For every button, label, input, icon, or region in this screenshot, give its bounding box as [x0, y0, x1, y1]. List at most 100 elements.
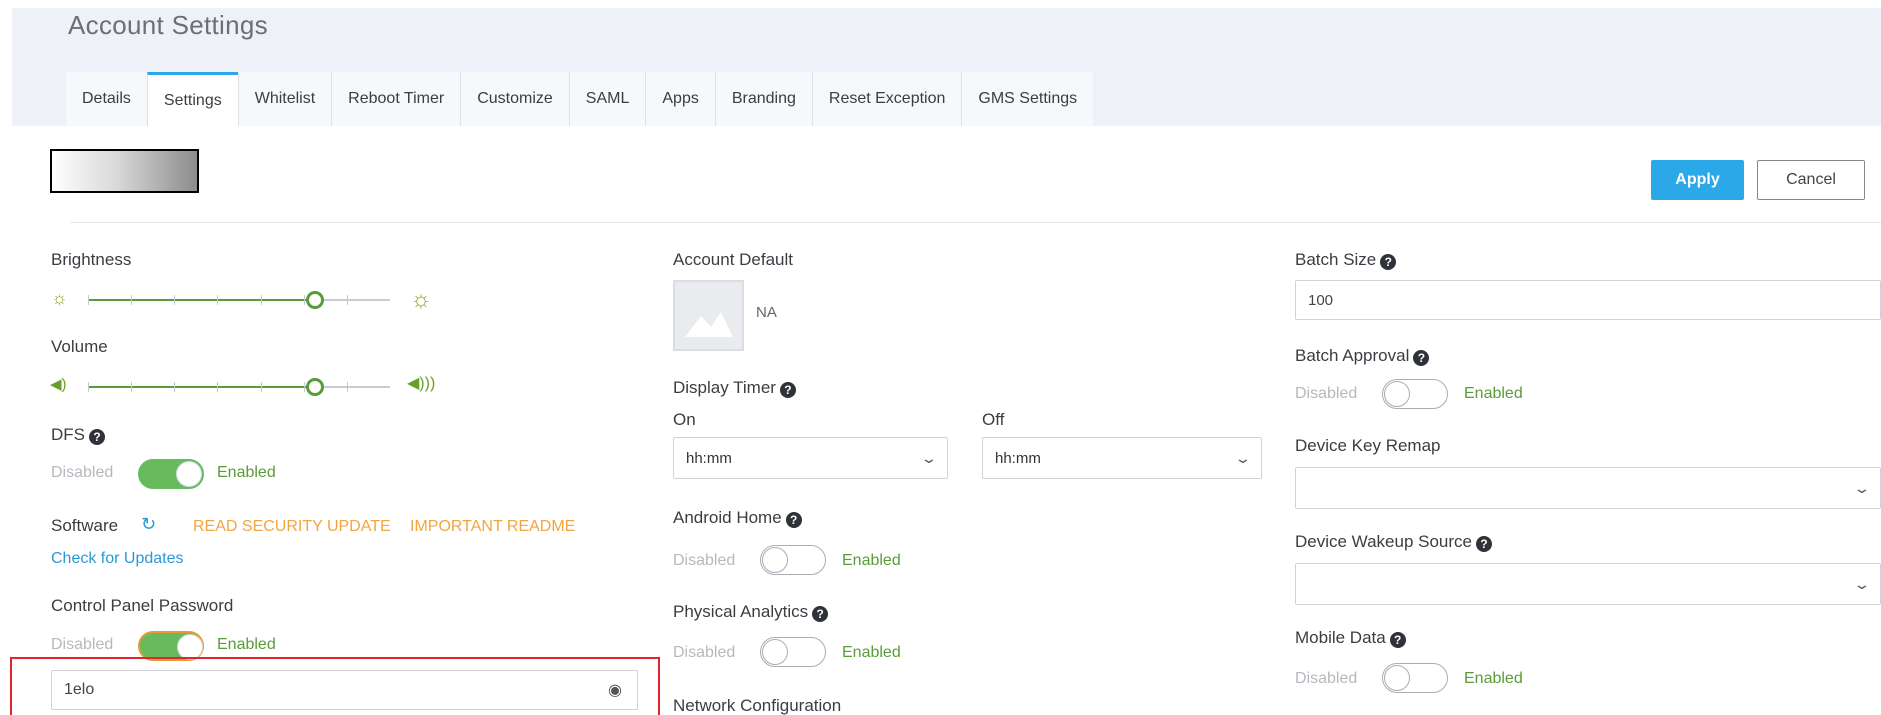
important-readme-link[interactable]: IMPORTANT README	[410, 518, 575, 536]
slider-tick	[347, 295, 348, 305]
display-timer-label: Display Timer?	[673, 378, 796, 398]
account-default-na: NA	[756, 304, 777, 321]
dfs-enabled-text: Enabled	[217, 464, 276, 481]
mobile-data-label: Mobile Data?	[1295, 628, 1406, 648]
device-wakeup-source-label-text: Device Wakeup Source	[1295, 532, 1473, 551]
help-icon[interactable]: ?	[1389, 632, 1406, 648]
dfs-label: DFS?	[51, 425, 105, 445]
select-value: hh:mm	[686, 449, 732, 467]
brightness-label: Brightness	[51, 250, 132, 269]
batch-size-input[interactable]	[1295, 280, 1881, 320]
physical-analytics-label: Physical Analytics?	[673, 602, 829, 622]
physical-analytics-enabled-text: Enabled	[842, 644, 901, 661]
toggle-knob	[176, 461, 202, 487]
dfs-disabled-text: Disabled	[51, 464, 114, 481]
network-configuration-label: Network Configuration	[673, 696, 842, 715]
tab-whitelist[interactable]: Whitelist	[237, 72, 332, 126]
slider-tick	[347, 382, 348, 392]
slider-fill	[88, 386, 315, 388]
batch-approval-label-text: Batch Approval	[1295, 346, 1410, 365]
apply-button[interactable]: Apply	[1651, 160, 1744, 200]
image-placeholder-icon[interactable]	[673, 280, 744, 351]
password-disabled-text: Disabled	[51, 636, 114, 653]
slider-tick	[304, 295, 305, 305]
display-timer-off-label: Off	[982, 410, 1005, 429]
android-home-enabled-text: Enabled	[842, 552, 901, 569]
help-icon[interactable]: ?	[89, 429, 105, 445]
slider-rest	[315, 299, 390, 301]
chevron-down-icon: ⌄	[1234, 449, 1252, 466]
toggle-knob	[1384, 381, 1410, 407]
slider-tick	[261, 382, 262, 392]
physical-analytics-label-text: Physical Analytics	[673, 602, 809, 621]
help-icon[interactable]: ?	[1476, 536, 1493, 552]
tab-customize[interactable]: Customize	[460, 72, 569, 126]
toggle-knob	[762, 639, 788, 665]
display-timer-on-label: On	[673, 410, 696, 429]
slider-tick	[217, 295, 218, 305]
slider-thumb[interactable]	[306, 378, 324, 396]
eye-icon[interactable]: ◉	[608, 680, 622, 700]
slider-thumb[interactable]	[306, 291, 324, 309]
device-wakeup-source-label: Device Wakeup Source?	[1295, 532, 1493, 552]
slider-tick	[131, 382, 132, 392]
physical-analytics-toggle[interactable]	[760, 637, 826, 667]
tab-details[interactable]: Details	[66, 72, 147, 126]
tab-reboot-timer[interactable]: Reboot Timer	[331, 72, 461, 126]
tab-settings[interactable]: Settings	[146, 72, 238, 126]
refresh-icon[interactable]: ↻	[141, 514, 156, 535]
check-for-updates-link[interactable]: Check for Updates	[51, 550, 184, 568]
slider-tick	[88, 295, 89, 305]
display-timer-off-select[interactable]: hh:mm ⌄	[982, 437, 1262, 479]
landscape-icon	[685, 312, 733, 337]
cancel-button[interactable]: Cancel	[1757, 160, 1865, 200]
batch-size-label-text: Batch Size	[1295, 250, 1377, 269]
volume-label: Volume	[51, 337, 108, 356]
brightness-slider[interactable]	[88, 288, 390, 312]
chevron-down-icon: ⌄	[1853, 575, 1871, 592]
tab-branding[interactable]: Branding	[714, 72, 812, 126]
volume-slider[interactable]	[88, 375, 390, 399]
tab-gms-settings[interactable]: GMS Settings	[961, 72, 1094, 126]
chevron-down-icon: ⌄	[1853, 479, 1871, 496]
control-panel-password-input[interactable]	[51, 670, 638, 710]
tab-reset-exception[interactable]: Reset Exception	[811, 72, 962, 126]
tab-bar: Details Settings Whitelist Reboot Timer …	[66, 72, 1094, 126]
help-icon[interactable]: ?	[812, 606, 829, 622]
select-value: hh:mm	[995, 449, 1041, 467]
toggle-knob	[1384, 665, 1410, 691]
volume-high-icon: ◀)))	[407, 375, 436, 392]
help-icon[interactable]: ?	[785, 512, 802, 528]
device-key-remap-label: Device Key Remap	[1295, 436, 1441, 455]
mobile-data-disabled-text: Disabled	[1295, 670, 1358, 687]
help-icon[interactable]: ?	[779, 382, 796, 398]
mobile-data-label-text: Mobile Data	[1295, 628, 1386, 647]
android-home-toggle[interactable]	[760, 545, 826, 575]
android-home-label: Android Home?	[673, 508, 802, 528]
batch-approval-disabled-text: Disabled	[1295, 385, 1358, 402]
slider-tick	[217, 382, 218, 392]
batch-size-label: Batch Size?	[1295, 250, 1397, 270]
dfs-toggle[interactable]	[138, 459, 204, 489]
chevron-down-icon: ⌄	[920, 449, 938, 466]
control-panel-password-label: Control Panel Password	[51, 596, 234, 615]
android-home-label-text: Android Home	[673, 508, 782, 527]
read-security-update-link[interactable]: READ SECURITY UPDATE	[193, 518, 391, 536]
device-wakeup-source-select[interactable]: ⌄	[1295, 563, 1881, 605]
mobile-data-toggle[interactable]	[1382, 663, 1448, 693]
page-title: Account Settings	[68, 10, 268, 40]
slider-tick	[88, 382, 89, 392]
password-enabled-text: Enabled	[217, 636, 276, 653]
mobile-data-enabled-text: Enabled	[1464, 670, 1523, 687]
batch-approval-label: Batch Approval?	[1295, 346, 1430, 366]
toggle-knob	[762, 547, 788, 573]
batch-approval-toggle[interactable]	[1382, 379, 1448, 409]
help-icon[interactable]: ?	[1413, 350, 1430, 366]
brightness-low-icon: ☼	[51, 288, 68, 308]
tab-saml[interactable]: SAML	[568, 72, 646, 126]
android-home-disabled-text: Disabled	[673, 552, 736, 569]
help-icon[interactable]: ?	[1380, 254, 1397, 270]
tab-apps[interactable]: Apps	[645, 72, 715, 126]
display-timer-on-select[interactable]: hh:mm ⌄	[673, 437, 948, 479]
device-key-remap-select[interactable]: ⌄	[1295, 467, 1881, 509]
